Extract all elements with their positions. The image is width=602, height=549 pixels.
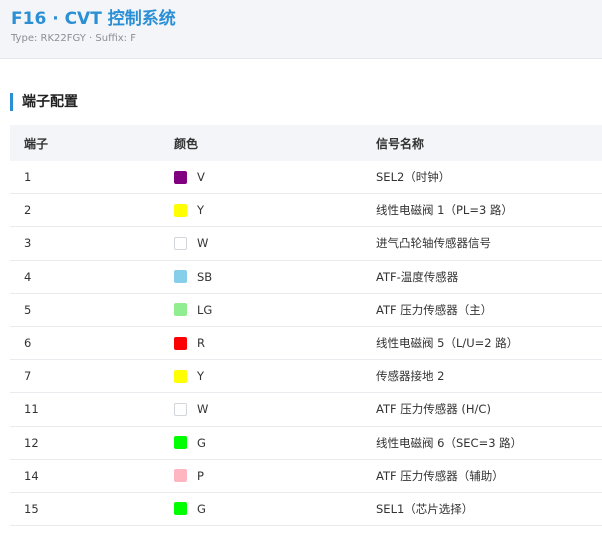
signal-name: ATF 压力传感器 (H/C) (376, 402, 491, 417)
color-code: R (197, 336, 205, 351)
signal-name: 传感器接地 2 (376, 369, 445, 384)
wire-color-cell: SB (174, 270, 376, 284)
table-row: 4 SB ATF-温度传感器 (10, 261, 602, 294)
page-subtitle: Type: RK22FGY · Suffix: F (11, 33, 136, 44)
terminal-number: 14 (24, 468, 39, 483)
wire-color-cell: W (174, 402, 376, 416)
table-row: 6 R 线性电磁阀 5（L/U=2 路） (10, 327, 602, 361)
section-title: 端子配置 (10, 93, 78, 111)
signal-name: ATF 压力传感器（辅助） (376, 468, 504, 483)
color-code: G (197, 501, 206, 516)
terminal-number: 6 (24, 336, 32, 351)
color-swatch (174, 270, 187, 284)
color-swatch (174, 469, 187, 483)
terminal-number: 12 (24, 435, 39, 450)
table-row: 2 Y 线性电磁阀 1（PL=3 路） (10, 194, 602, 228)
color-swatch (174, 170, 187, 184)
table-row: 1 V SEL2（时钟） (10, 161, 602, 195)
wire-color-cell: LG (174, 303, 376, 317)
table-body: 1 V SEL2（时钟） 2 Y 线性电磁阀 1（PL=3 路） 3 W 进气凸轮轴传感器信号 4… (10, 161, 602, 527)
page-header: F16 · CVT 控制系统 Type: RK22FGY · Suffix: F (0, 0, 602, 59)
signal-name: 线性电磁阀 5（L/U=2 路） (376, 336, 519, 351)
signal-name: SEL2（时钟） (376, 170, 451, 185)
color-swatch (174, 303, 187, 317)
terminal-table: 端子 颜色 信号名称 1 V SEL2（时钟） 2 Y 线性电磁阀 1（PL=3 路） 3 W… (10, 125, 602, 527)
table-row: 3 W 进气凸轮轴传感器信号 (10, 227, 602, 261)
table-row: 14 P ATF 压力传感器（辅助） (10, 460, 602, 493)
table-header: 端子 颜色 信号名称 (10, 125, 602, 161)
color-swatch (174, 402, 187, 416)
terminal-number: 5 (24, 302, 32, 317)
color-code: W (197, 236, 209, 251)
terminal-number: 4 (24, 269, 32, 284)
signal-name: 线性电磁阀 1（PL=3 路） (376, 203, 513, 218)
color-code: W (197, 402, 209, 417)
table-row: 7 Y 传感器接地 2 (10, 360, 602, 394)
color-code: V (197, 170, 205, 185)
signal-name: 进气凸轮轴传感器信号 (376, 236, 491, 251)
terminal-number: 1 (24, 170, 32, 185)
wire-color-cell: V (174, 170, 376, 184)
wire-color-cell: Y (174, 369, 376, 383)
wire-color-cell: Y (174, 203, 376, 217)
page-title: F16 · CVT 控制系统 (11, 9, 176, 29)
terminal-number: 2 (24, 203, 32, 218)
signal-name: 线性电磁阀 6（SEC=3 路） (376, 435, 523, 450)
terminal-number: 3 (24, 236, 32, 251)
table-row: 15 G SEL1（芯片选择） (10, 493, 602, 527)
color-swatch (174, 369, 187, 383)
terminal-number: 11 (24, 402, 39, 417)
wire-color-cell: G (174, 436, 376, 450)
wire-color-cell: P (174, 469, 376, 483)
color-code: G (197, 435, 206, 450)
column-header-color: 颜色 (174, 136, 199, 151)
color-swatch (174, 236, 187, 250)
wire-color-cell: W (174, 236, 376, 250)
table-row: 12 G 线性电磁阀 6（SEC=3 路） (10, 427, 602, 460)
table-row: 11 W ATF 压力传感器 (H/C) (10, 393, 602, 427)
column-header-signal: 信号名称 (376, 136, 425, 151)
color-code: P (197, 468, 204, 483)
color-code: Y (197, 369, 205, 384)
signal-name: SEL1（芯片选择） (376, 501, 474, 516)
color-swatch (174, 436, 187, 450)
color-swatch (174, 203, 187, 217)
wire-color-cell: R (174, 336, 376, 350)
color-code: SB (197, 269, 213, 284)
color-swatch (174, 502, 187, 516)
signal-name: ATF-温度传感器 (376, 269, 459, 284)
column-header-terminal: 端子 (24, 136, 49, 151)
color-swatch (174, 336, 187, 350)
table-row: 5 LG ATF 压力传感器（主） (10, 294, 602, 327)
signal-name: ATF 压力传感器（主） (376, 302, 493, 317)
terminal-number: 15 (24, 501, 39, 516)
color-code: Y (197, 203, 205, 218)
terminal-number: 7 (24, 369, 32, 384)
color-code: LG (197, 302, 213, 317)
wire-color-cell: G (174, 502, 376, 516)
